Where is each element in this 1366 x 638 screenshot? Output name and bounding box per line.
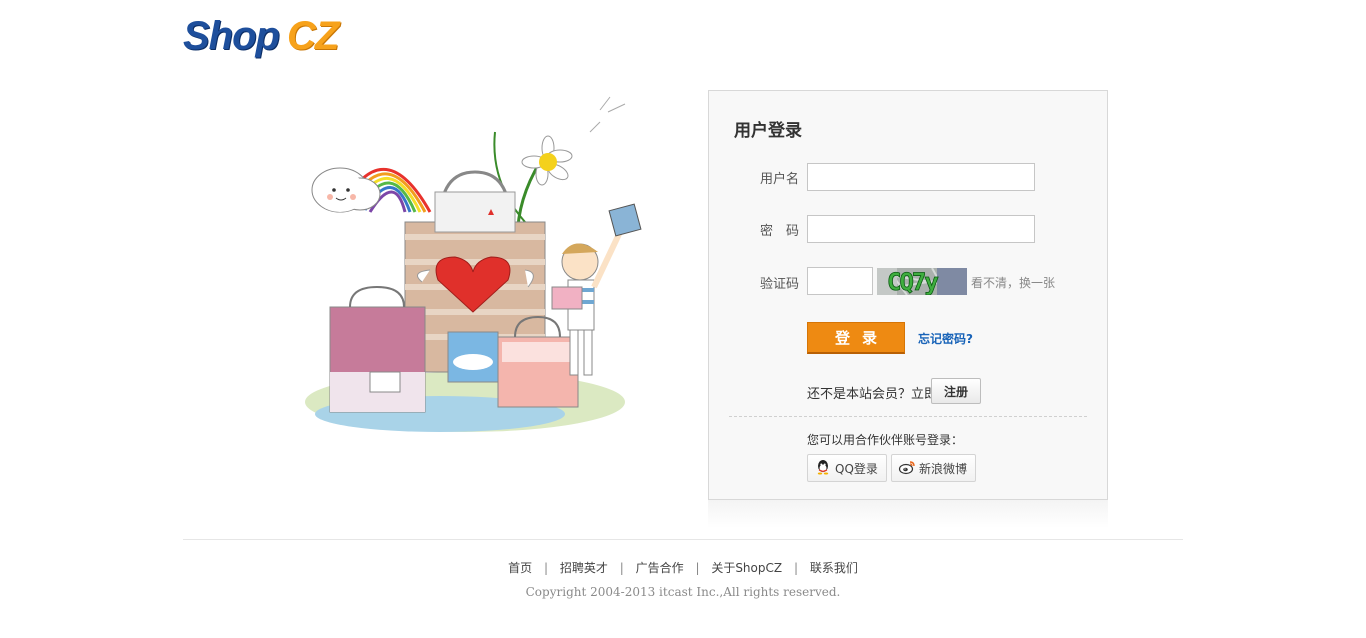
captcha-image[interactable]: CQ7y — [877, 268, 967, 295]
weibo-login-button[interactable]: 新浪微博 — [891, 454, 977, 482]
password-input[interactable] — [807, 215, 1035, 243]
footer-links: 首页 | 招聘英才 | 广告合作 | 关于ShopCZ | 联系我们 — [0, 559, 1366, 576]
qq-login-label: QQ登录 — [835, 461, 878, 476]
footer-separator: | — [619, 561, 624, 575]
login-button[interactable]: 登录 — [807, 322, 905, 354]
password-label: 密 码 — [759, 224, 799, 239]
qq-login-button[interactable]: QQ登录 — [807, 454, 887, 482]
login-panel: 用户登录 用户名 密 码 验证码 CQ7y 看不清，换一张 登录 忘记密码? 还… — [708, 90, 1108, 500]
shopcz-logo[interactable]: Shop CZ — [183, 14, 339, 60]
shopping-illustration — [290, 92, 650, 437]
copyright-text: Copyright 2004-2013 itcast Inc.,All righ… — [525, 585, 841, 599]
footer-link-home[interactable]: 首页 — [508, 561, 532, 575]
footer-link-jobs[interactable]: 招聘英才 — [560, 561, 608, 575]
username-label: 用户名 — [759, 172, 799, 187]
footer-separator: | — [695, 561, 700, 575]
footer-link-about[interactable]: 关于ShopCZ — [711, 561, 782, 575]
captcha-input[interactable] — [807, 267, 873, 295]
footer-link-ads[interactable]: 广告合作 — [636, 561, 684, 575]
footer-separator: | — [793, 561, 798, 575]
footer-divider — [183, 539, 1183, 540]
forgot-password-link[interactable]: 忘记密码? — [918, 330, 973, 347]
login-title: 用户登录 — [734, 121, 802, 141]
divider — [729, 416, 1087, 417]
captcha-text: CQ7y — [887, 268, 938, 295]
footer-link-contact[interactable]: 联系我们 — [810, 561, 858, 575]
captcha-label: 验证码 — [759, 277, 799, 292]
register-button[interactable]: 注册 — [931, 378, 981, 404]
logo-cz-text: CZ — [286, 14, 339, 58]
footer-separator: | — [544, 561, 549, 575]
weibo-icon — [898, 458, 916, 479]
logo-shop-text: Shop — [183, 14, 280, 58]
weibo-login-label: 新浪微博 — [919, 461, 968, 476]
captcha-refresh-link[interactable]: 看不清，换一张 — [971, 274, 1055, 291]
register-prompt: 还不是本站会员？立即 — [807, 387, 938, 402]
login-panel-shadow — [708, 500, 1108, 528]
qq-icon — [814, 458, 832, 479]
username-input[interactable] — [807, 163, 1035, 191]
partner-login-prompt: 您可以用合作伙伴账号登录： — [807, 433, 964, 447]
